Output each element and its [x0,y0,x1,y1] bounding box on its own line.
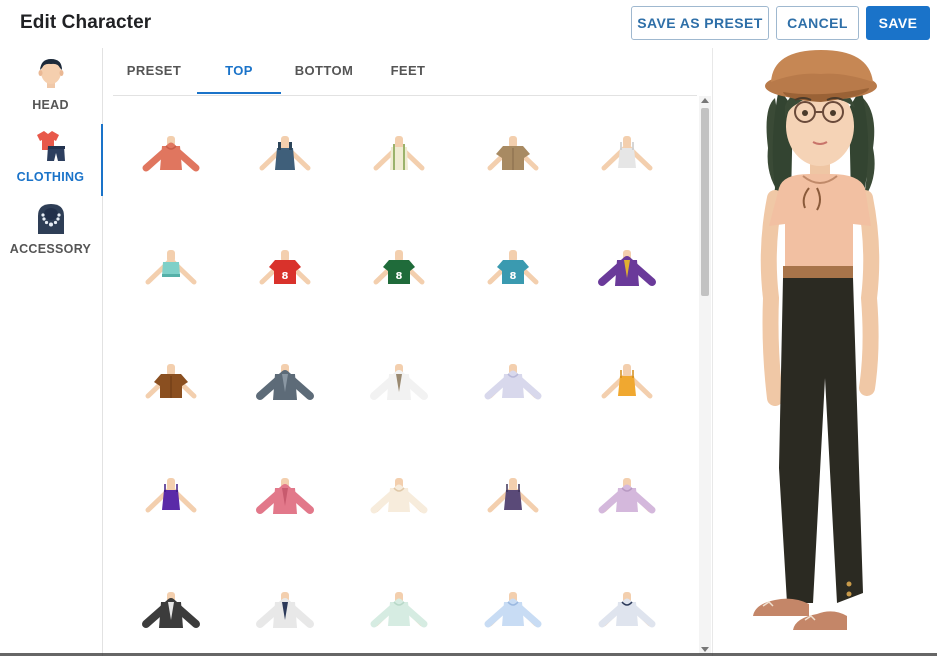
clothing-thumbnail [601,136,653,171]
tab-feet[interactable]: FEET [367,48,449,94]
header: Edit Character SAVE AS PRESET CANCEL SAV… [0,0,937,48]
clothing-thumbnail [598,592,656,628]
sidebar-item-accessory[interactable]: ACCESSORY [0,194,103,264]
clothing-item-teal-crop-tank[interactable] [126,234,216,314]
clothing-thumbnail [256,592,314,628]
clothing-item-teal-striped-jersey[interactable]: 8 [468,234,558,314]
sidebar-item-label: CLOTHING [16,170,85,184]
head-icon [38,59,64,88]
save-as-preset-button[interactable]: SAVE AS PRESET [631,6,769,40]
clothing-item-brown-tee[interactable] [126,348,216,428]
grid-scrollbar[interactable] [699,96,711,654]
svg-text:8: 8 [282,271,289,282]
clothing-item-charcoal-blazer[interactable] [126,576,216,654]
sidebar-item-label: HEAD [32,98,69,112]
clothing-thumbnail [142,592,200,628]
clothing-icon [37,131,65,161]
clothing-item-khaki-shirt[interactable] [468,120,558,200]
clothing-item-white-cardigan-vest[interactable] [354,348,444,428]
sidebar-item-label: ACCESSORY [9,242,92,256]
clothing-item-mint-blouse[interactable] [354,576,444,654]
clothing-item-coral-sweater[interactable] [126,120,216,200]
clothing-item-purple-halter[interactable] [126,462,216,542]
clothing-item-lavender-plaid-shirt[interactable] [468,348,558,428]
cancel-button[interactable]: CANCEL [776,6,859,40]
scroll-down-arrow-icon[interactable] [701,647,709,652]
clothing-thumbnail: 8 [373,250,425,285]
clothing-item-cream-blouse[interactable] [354,462,444,542]
clothing-item-cream-suspender-top[interactable] [354,120,444,200]
clothing-thumbnail [256,478,314,514]
clothing-item-denim-overall-top[interactable] [240,120,330,200]
clothing-thumbnail [145,364,197,399]
page-title: Edit Character [20,12,152,33]
save-button[interactable]: SAVE [866,6,930,40]
clothing-item-grey-suit-jacket[interactable] [240,576,330,654]
tab-top[interactable]: TOP [197,48,281,94]
clothing-thumbnail [598,250,656,286]
clothing-item-navy-vest-shirt[interactable] [582,576,672,654]
sidebar-item-clothing[interactable]: CLOTHING [0,122,103,196]
scrollbar-thumb[interactable] [701,108,709,296]
svg-text:8: 8 [510,271,517,282]
clothing-thumbnail [487,478,539,513]
sidebar-item-head[interactable]: HEAD [0,50,103,120]
clothing-thumbnail [142,136,200,172]
scroll-up-arrow-icon[interactable] [701,98,709,103]
tab-bottom[interactable]: BOTTOM [283,48,365,94]
tab-preset[interactable]: PRESET [113,48,195,94]
clothing-thumbnail [370,364,428,400]
clothing-thumbnail [145,250,197,285]
clothing-tabs: PRESET TOP BOTTOM FEET [113,48,697,96]
clothing-thumbnail [601,364,653,399]
clothing-item-orange-cami[interactable] [582,348,672,428]
clothing-thumbnail [145,478,197,513]
clothing-thumbnail [487,136,539,171]
clothing-item-white-tank[interactable] [582,120,672,200]
clothing-thumbnail [373,136,425,171]
clothing-item-grid: 8 8 8 [113,96,699,654]
clothing-item-red-jersey-8[interactable]: 8 [240,234,330,314]
clothing-thumbnail [370,478,428,514]
clothing-item-pink-cardigan[interactable] [240,462,330,542]
clothing-thumbnail [370,592,428,628]
clothing-thumbnail: 8 [487,250,539,285]
character-figure [753,50,880,630]
clothing-item-grey-cardigan[interactable] [240,348,330,428]
clothing-item-lilac-wrap-top[interactable] [582,462,672,542]
character-preview [713,48,937,656]
clothing-item-green-jersey-8[interactable]: 8 [354,234,444,314]
clothing-thumbnail: 8 [259,250,311,285]
clothing-thumbnail [259,136,311,171]
clothing-thumbnail [598,478,656,514]
clothing-thumbnail [256,364,314,400]
necklace-icon [38,204,64,234]
clothing-item-plum-tank[interactable] [468,462,558,542]
clothing-thumbnail [484,364,542,400]
clothing-item-purple-jacket[interactable] [582,234,672,314]
clothing-item-light-blue-shirt[interactable] [468,576,558,654]
clothing-thumbnail [484,592,542,628]
svg-text:8: 8 [396,271,403,282]
category-sidebar: HEAD CLOTHING ACCESSORY [0,48,103,656]
